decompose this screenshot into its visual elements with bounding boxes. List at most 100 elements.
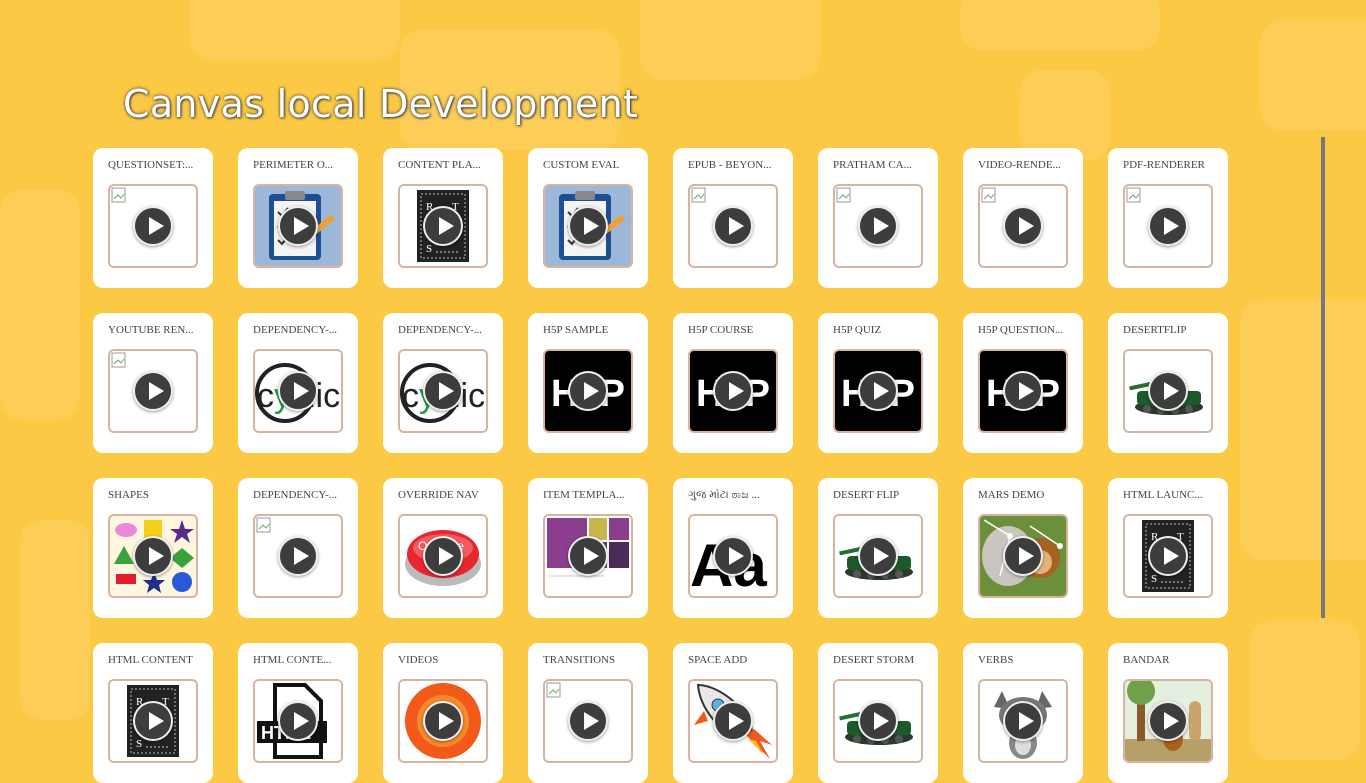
h5p-logo-icon[interactable]: H5P (543, 349, 633, 433)
content-card[interactable]: EPUB - BEYON... (673, 148, 793, 288)
play-icon[interactable] (278, 701, 318, 741)
play-icon[interactable] (423, 536, 463, 576)
content-card[interactable]: TRANSITIONS (528, 643, 648, 783)
content-card[interactable]: H5P QUESTION... H5P (963, 313, 1083, 453)
clipboard-checklist-icon[interactable] (253, 184, 343, 268)
content-card[interactable]: DESERT STORM (818, 643, 938, 783)
h5p-logo-icon[interactable]: H5P (978, 349, 1068, 433)
content-card[interactable]: PERIMETER O... (238, 148, 358, 288)
content-card[interactable]: HTML LAUNC... R T S (1108, 478, 1228, 618)
content-card[interactable]: OVERRIDE NAV Override (383, 478, 503, 618)
content-card[interactable]: QUESTIONSET:... (93, 148, 213, 288)
content-card[interactable]: SPACE ADD (673, 643, 793, 783)
play-icon[interactable] (423, 371, 463, 411)
content-card[interactable]: H5P COURSE H5P (673, 313, 793, 453)
content-card[interactable]: BANDAR (1108, 643, 1228, 783)
broken-image-icon[interactable] (543, 679, 633, 763)
content-card[interactable]: DEPENDENCY-... (238, 478, 358, 618)
broken-image-icon[interactable] (978, 184, 1068, 268)
content-card[interactable]: VIDEO-RENDE... (963, 148, 1083, 288)
play-icon[interactable] (278, 536, 318, 576)
play-icon[interactable] (1148, 536, 1188, 576)
scrollbar[interactable] (1321, 137, 1325, 618)
tank-icon[interactable] (1123, 349, 1213, 433)
content-card[interactable]: ITEM TEMPLA... (528, 478, 648, 618)
play-icon[interactable] (858, 206, 898, 246)
clipboard-checklist-icon[interactable] (543, 184, 633, 268)
content-card[interactable]: DESERTFLIP (1108, 313, 1228, 453)
play-icon[interactable] (713, 701, 753, 741)
cartoon-cat-icon[interactable] (978, 679, 1068, 763)
play-icon[interactable] (713, 206, 753, 246)
font-aa-icon[interactable]: Aa (688, 514, 778, 598)
play-icon[interactable] (1148, 701, 1188, 741)
content-card[interactable]: PRATHAM CA... (818, 148, 938, 288)
content-card[interactable]: YOUTUBE REN... (93, 313, 213, 453)
color-template-icon[interactable] (543, 514, 633, 598)
rocket-icon[interactable] (688, 679, 778, 763)
monkey-scene-icon[interactable] (1123, 679, 1213, 763)
content-card[interactable]: PDF-RENDERER (1108, 148, 1228, 288)
cyclic-logo-icon[interactable]: cyclic (253, 349, 343, 433)
play-icon[interactable] (713, 371, 753, 411)
content-card[interactable]: SHAPES (93, 478, 213, 618)
content-card[interactable]: HTML CONTENT R T S (93, 643, 213, 783)
play-icon[interactable] (1148, 206, 1188, 246)
content-card[interactable]: ગુજ મોટા ಠಾಜ ... Aa (673, 478, 793, 618)
content-card[interactable]: DESERT FLIP (818, 478, 938, 618)
content-card[interactable]: HTML CONTE... HTML (238, 643, 358, 783)
play-icon[interactable] (568, 371, 608, 411)
html-file-icon[interactable]: HTML (253, 679, 343, 763)
h5p-logo-icon[interactable]: H5P (833, 349, 923, 433)
play-icon[interactable] (133, 701, 173, 741)
play-icon[interactable] (568, 701, 608, 741)
tank-icon[interactable] (833, 679, 923, 763)
shapes-icon[interactable] (108, 514, 198, 598)
play-icon[interactable] (568, 536, 608, 576)
play-icon[interactable] (133, 536, 173, 576)
play-icon[interactable] (1003, 206, 1043, 246)
play-icon[interactable] (423, 701, 463, 741)
broken-image-icon[interactable] (108, 184, 198, 268)
play-icon[interactable] (713, 536, 753, 576)
play-icon[interactable] (278, 206, 318, 246)
animals-puzzle-icon[interactable] (978, 514, 1068, 598)
play-icon[interactable] (1003, 536, 1043, 576)
rts-card-icon[interactable]: RTS (108, 679, 198, 763)
play-icon[interactable] (858, 701, 898, 741)
content-card[interactable]: VIDEOS (383, 643, 503, 783)
rts-card-icon[interactable]: RTS (1123, 514, 1213, 598)
cyclic-logo-icon[interactable]: cyclic (398, 349, 488, 433)
play-icon[interactable] (1148, 371, 1188, 411)
play-icon[interactable] (858, 371, 898, 411)
play-icon[interactable] (278, 371, 318, 411)
content-card[interactable]: MARS DEMO (963, 478, 1083, 618)
content-card[interactable]: DEPENDENCY-... cyclic (238, 313, 358, 453)
h5p-logo-icon[interactable]: H5P (688, 349, 778, 433)
card-title: H5P QUESTION... (978, 324, 1064, 336)
play-icon[interactable] (423, 206, 463, 246)
card-title: CUSTOM EVAL (543, 159, 620, 171)
content-card[interactable]: CONTENT PLA... R T S (383, 148, 503, 288)
content-card[interactable]: VERBS (963, 643, 1083, 783)
broken-image-icon[interactable] (688, 184, 778, 268)
tank-icon[interactable] (833, 514, 923, 598)
broken-image-icon[interactable] (1123, 184, 1213, 268)
play-icon[interactable] (133, 206, 173, 246)
broken-image-icon[interactable] (253, 514, 343, 598)
content-card[interactable]: H5P SAMPLE H5P (528, 313, 648, 453)
play-icon[interactable] (1003, 371, 1043, 411)
play-icon[interactable] (858, 536, 898, 576)
play-icon[interactable] (133, 371, 173, 411)
orange-disc-icon[interactable] (398, 679, 488, 763)
override-button-icon[interactable]: Override (398, 514, 488, 598)
broken-image-icon[interactable] (833, 184, 923, 268)
content-card[interactable]: H5P QUIZ H5P (818, 313, 938, 453)
play-icon[interactable] (568, 206, 608, 246)
broken-image-icon[interactable] (108, 349, 198, 433)
rts-card-icon[interactable]: RTS (398, 184, 488, 268)
content-card[interactable]: DEPENDENCY-... cyclic (383, 313, 503, 453)
svg-text:S: S (136, 738, 142, 750)
play-icon[interactable] (1003, 701, 1043, 741)
content-card[interactable]: CUSTOM EVAL (528, 148, 648, 288)
